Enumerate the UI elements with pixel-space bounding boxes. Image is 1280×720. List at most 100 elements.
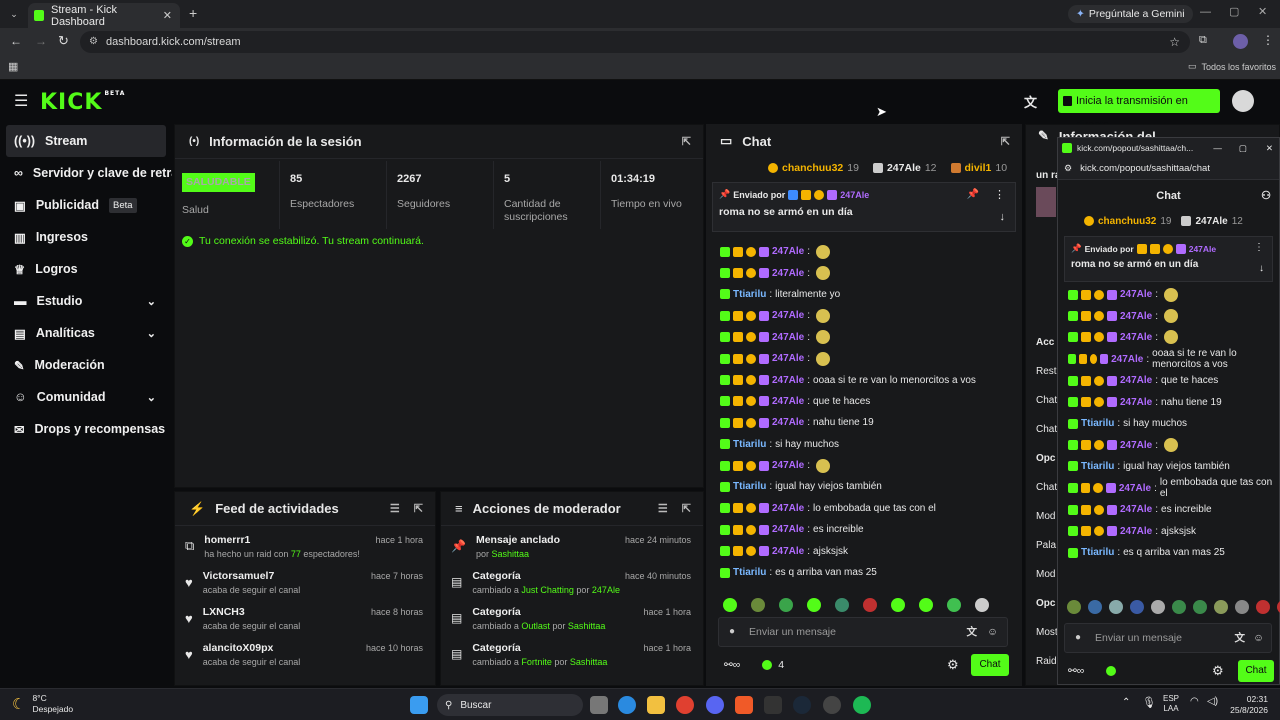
file-explorer-icon[interactable] bbox=[647, 696, 665, 714]
obs-icon[interactable] bbox=[823, 696, 841, 714]
hamburger-menu-icon[interactable]: ☰ bbox=[14, 91, 28, 111]
emote-icon[interactable] bbox=[1193, 600, 1207, 614]
restore-icon[interactable]: ▢ bbox=[1229, 5, 1239, 18]
new-tab-icon[interactable]: + bbox=[189, 5, 197, 21]
chat-username[interactable]: Ttiarilu bbox=[733, 481, 766, 492]
chat-username[interactable]: Ttiarilu bbox=[1081, 461, 1114, 472]
sidebar-item-stream[interactable]: ((•)) Stream bbox=[6, 125, 166, 157]
emote-icon[interactable] bbox=[1088, 600, 1102, 614]
task-view-icon[interactable] bbox=[590, 696, 608, 714]
chat-username[interactable]: 247Ale bbox=[772, 396, 804, 407]
chat-username[interactable]: Ttiarilu bbox=[733, 439, 766, 450]
emote-icon[interactable] bbox=[1256, 600, 1270, 614]
weather-widget[interactable]: ☾ 8°C Despejado bbox=[12, 693, 73, 715]
chat-username[interactable]: 247Ale bbox=[772, 546, 804, 557]
translate-icon[interactable]: 文 bbox=[967, 618, 978, 646]
emote-icon[interactable] bbox=[723, 598, 737, 612]
popout-icon[interactable]: ⇱ bbox=[414, 502, 423, 515]
chat-username[interactable]: 247Ale bbox=[772, 375, 804, 386]
minimize-icon[interactable]: — bbox=[1200, 6, 1211, 18]
emote-icon[interactable] bbox=[807, 598, 821, 612]
all-favorites-folder[interactable]: ▭ Todos los favoritos bbox=[1188, 61, 1276, 72]
gemini-button[interactable]: ✦ Pregúntale a Gemini bbox=[1068, 5, 1193, 23]
language-indicator[interactable]: ESP LAA bbox=[1163, 694, 1179, 714]
popout-icon[interactable]: ⇱ bbox=[682, 135, 691, 148]
chat-username[interactable]: 247Ale bbox=[1120, 289, 1152, 300]
top-chatter[interactable]: 247Ale 12 bbox=[872, 162, 937, 174]
edge-icon[interactable] bbox=[618, 696, 636, 714]
sidebar-item-studio[interactable]: ▬ Estudio ⌄ bbox=[0, 285, 172, 317]
spotify-icon[interactable] bbox=[853, 696, 871, 714]
emote-icon[interactable] bbox=[975, 598, 989, 612]
tab-search-icon[interactable]: ⌄ bbox=[6, 6, 22, 22]
chat-username[interactable]: 247Ale bbox=[772, 524, 804, 535]
reload-icon[interactable]: ↻ bbox=[58, 33, 69, 49]
chat-username[interactable]: 247Ale bbox=[772, 268, 804, 279]
emote-icon[interactable] bbox=[1130, 600, 1144, 614]
emote-icon[interactable] bbox=[835, 598, 849, 612]
epic-games-icon[interactable] bbox=[764, 696, 782, 714]
close-window-icon[interactable]: ✕ bbox=[1258, 5, 1267, 18]
sidebar-item-revenue[interactable]: ▥ Ingresos bbox=[0, 221, 172, 253]
chat-username[interactable]: 247Ale bbox=[772, 332, 804, 343]
brave-icon[interactable] bbox=[735, 696, 753, 714]
browser-tab[interactable]: Stream - Kick Dashboard ✕ bbox=[28, 3, 180, 28]
sidebar-item-community[interactable]: ☺ Comunidad ⌄ bbox=[0, 381, 172, 413]
windows-start-icon[interactable] bbox=[410, 696, 428, 714]
chat-username[interactable]: 247Ale bbox=[772, 460, 804, 471]
site-info-icon[interactable]: ⚙ bbox=[1064, 163, 1072, 174]
chat-username[interactable]: Ttiarilu bbox=[733, 567, 766, 578]
top-chatter[interactable]: divil1 10 bbox=[950, 162, 1007, 174]
collapse-arrow-icon[interactable]: ↓ bbox=[1259, 263, 1264, 274]
clock[interactable]: 02:31 25/8/2026 bbox=[1228, 694, 1268, 716]
emote-icon[interactable] bbox=[891, 598, 905, 612]
emote-icon[interactable] bbox=[1172, 600, 1186, 614]
chat-username[interactable]: 247Ale bbox=[1119, 483, 1151, 494]
tray-chevron-icon[interactable]: ⌃ bbox=[1122, 697, 1130, 708]
sidebar-item-ads[interactable]: ▣ Publicidad Beta bbox=[0, 189, 172, 221]
chrome-icon[interactable] bbox=[676, 696, 694, 714]
chat-username[interactable]: 247Ale bbox=[1120, 375, 1152, 386]
filter-icon[interactable]: ☰ bbox=[390, 502, 400, 515]
filter-icon[interactable]: ☰ bbox=[658, 502, 668, 515]
wifi-icon[interactable]: ◠ bbox=[1190, 696, 1199, 707]
emoji-icon[interactable]: ☺ bbox=[987, 618, 998, 646]
link-icon[interactable]: ⚯∞ bbox=[724, 659, 740, 671]
emote-icon[interactable] bbox=[1067, 600, 1081, 614]
settings-gear-icon[interactable]: ⚙ bbox=[947, 657, 959, 673]
emote-icon[interactable] bbox=[1151, 600, 1165, 614]
translate-icon[interactable]: 文 bbox=[1235, 624, 1246, 652]
settings-gear-icon[interactable]: ⚙ bbox=[1212, 663, 1224, 679]
sidebar-item-analytics[interactable]: ▤ Analíticas ⌄ bbox=[0, 317, 172, 349]
kick-logo[interactable]: KICK BETA bbox=[40, 90, 125, 115]
chat-username[interactable]: Ttiarilu bbox=[733, 289, 766, 300]
chat-username[interactable]: 247Ale bbox=[772, 503, 804, 514]
chat-username[interactable]: 247Ale bbox=[1111, 354, 1143, 365]
chat-username[interactable]: 247Ale bbox=[1120, 397, 1152, 408]
popout-icon[interactable]: ⇱ bbox=[1001, 135, 1010, 148]
steam-icon[interactable] bbox=[793, 696, 811, 714]
top-chatter[interactable]: 247Ale 12 bbox=[1181, 216, 1243, 227]
popout-icon[interactable]: ⇱ bbox=[682, 502, 691, 515]
go-live-button[interactable]: Inicia la transmisión en directo bbox=[1058, 89, 1220, 131]
minimize-icon[interactable]: — bbox=[1213, 143, 1222, 153]
emoji-icon[interactable]: ☺ bbox=[1253, 624, 1264, 652]
sidebar-item-server-key[interactable]: ∞ Servidor y clave de retran bbox=[0, 157, 172, 189]
sidebar-item-achievements[interactable]: ♕ Logros bbox=[0, 253, 172, 285]
chat-send-button[interactable]: Chat bbox=[971, 654, 1009, 676]
chat-username[interactable]: 247Ale bbox=[772, 353, 804, 364]
chat-username[interactable]: 247Ale bbox=[772, 246, 804, 257]
restore-icon[interactable]: ▢ bbox=[1239, 143, 1247, 154]
more-options-icon[interactable]: ⋮ bbox=[994, 188, 1005, 201]
chat-username[interactable]: Ttiarilu bbox=[1081, 418, 1114, 429]
sidebar-item-drops[interactable]: ✉ Drops y recompensas bbox=[0, 413, 172, 445]
link-icon[interactable]: ⚯∞ bbox=[1068, 665, 1084, 677]
discord-icon[interactable] bbox=[706, 696, 724, 714]
top-chatter[interactable]: chanchuu32 19 bbox=[768, 162, 859, 174]
taskbar-search[interactable]: ⚲ Buscar bbox=[437, 694, 583, 716]
chat-input[interactable]: ● Enviar un mensaje 文 ☺ bbox=[718, 617, 1008, 647]
chat-username[interactable]: 247Ale bbox=[1120, 440, 1152, 451]
users-icon[interactable]: ⚇ bbox=[1261, 189, 1271, 202]
chat-username[interactable]: 247Ale bbox=[772, 310, 804, 321]
close-icon[interactable]: ✕ bbox=[1266, 143, 1273, 154]
